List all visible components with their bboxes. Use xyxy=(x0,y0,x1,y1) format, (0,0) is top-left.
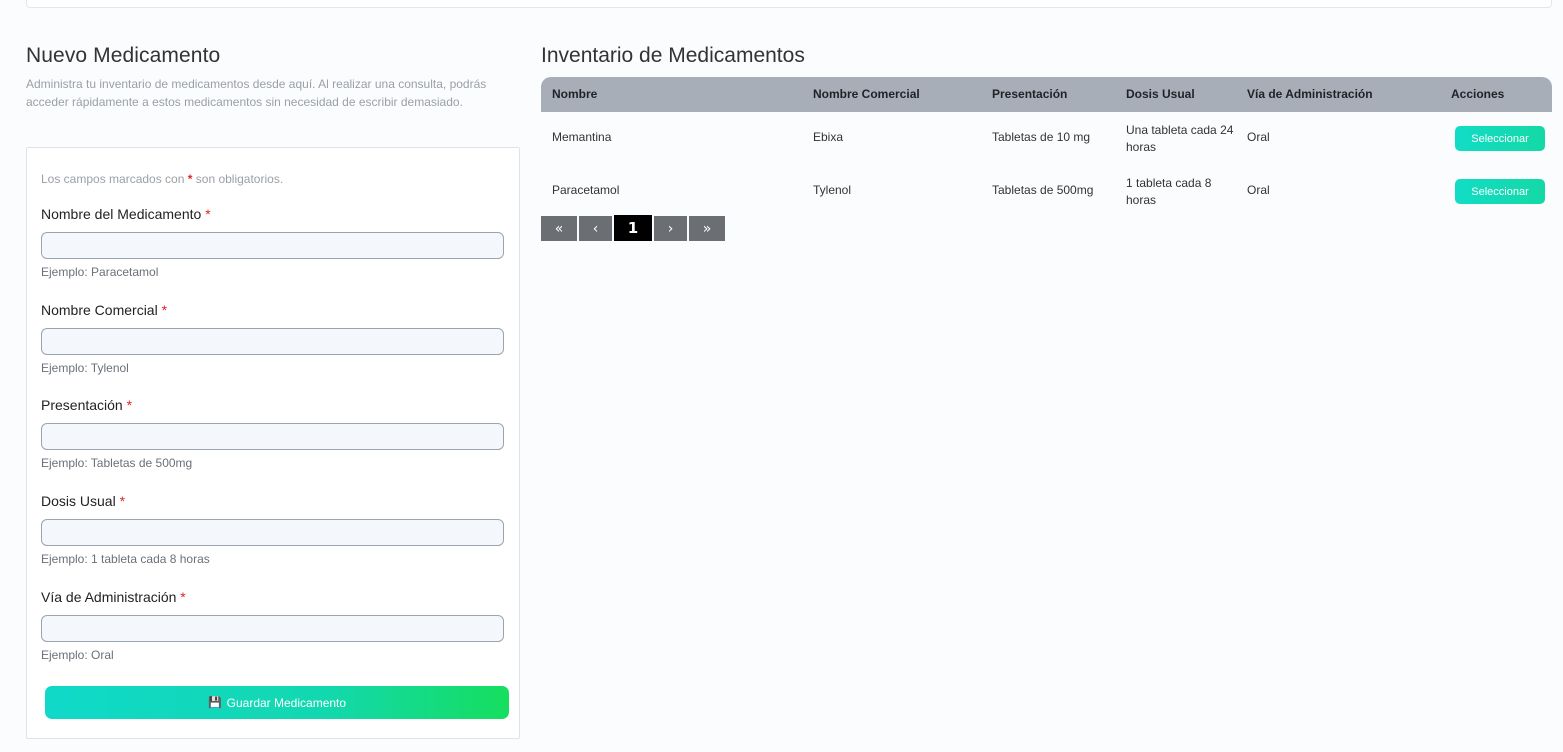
cell-dosis: Una tableta cada 24 horas xyxy=(1126,123,1234,154)
inventory-section: Inventario de Medicamentos Nombre Nombre… xyxy=(541,44,1552,241)
field-dosis-usual: Dosis Usual * Ejemplo: 1 tableta cada 8 … xyxy=(41,493,505,566)
next-page-button[interactable]: › xyxy=(654,216,687,241)
nombre-comercial-input[interactable] xyxy=(41,328,504,355)
floppy-disk-icon: 💾 xyxy=(207,697,222,709)
column-header[interactable]: Vía de Administración xyxy=(1247,87,1373,101)
column-header[interactable]: Presentación xyxy=(992,87,1067,101)
select-button[interactable]: Seleccionar xyxy=(1455,126,1545,151)
field-nombre-medicamento: Nombre del Medicamento * Ejemplo: Parace… xyxy=(41,206,505,279)
column-header[interactable]: Dosis Usual xyxy=(1126,87,1195,101)
cell-dosis: 1 tableta cada 8 horas xyxy=(1126,176,1212,207)
field-hint: Ejemplo: Paracetamol xyxy=(41,265,159,279)
table-row: Paracetamol Tylenol Tabletas de 500mg 1 … xyxy=(541,165,1552,218)
field-label: Vía de Administración xyxy=(41,589,177,605)
field-hint: Ejemplo: 1 tableta cada 8 horas xyxy=(41,552,210,566)
cell-comercial: Ebixa xyxy=(813,130,844,144)
required-star: * xyxy=(187,172,193,186)
nombre-medicamento-input[interactable] xyxy=(41,232,504,259)
save-medication-button[interactable]: 💾 Guardar Medicamento xyxy=(45,686,509,719)
prev-page-button[interactable]: ‹ xyxy=(579,216,612,241)
cell-nombre: Memantina xyxy=(552,130,612,144)
field-hint: Ejemplo: Tabletas de 500mg xyxy=(41,456,193,470)
presentacion-input[interactable] xyxy=(41,423,504,450)
first-page-button[interactable]: « xyxy=(541,216,577,241)
column-header[interactable]: Nombre xyxy=(552,87,597,101)
required-note: Los campos marcados con * son obligatori… xyxy=(41,172,284,186)
cell-via: Oral xyxy=(1247,183,1270,197)
cell-comercial: Tylenol xyxy=(813,183,852,197)
cell-via: Oral xyxy=(1247,130,1270,144)
medication-form: Los campos marcados con * son obligatori… xyxy=(26,147,520,739)
column-header: Acciones xyxy=(1451,87,1505,101)
cell-presentacion: Tabletas de 500mg xyxy=(992,183,1094,197)
field-hint: Ejemplo: Oral xyxy=(41,648,114,662)
new-medication-section: Nuevo Medicamento Administra tu inventar… xyxy=(26,44,520,739)
save-button-label: Guardar Medicamento xyxy=(226,695,347,710)
last-page-button[interactable]: » xyxy=(689,216,725,241)
field-nombre-comercial: Nombre Comercial * Ejemplo: Tylenol xyxy=(41,302,505,375)
field-presentacion: Presentación * Ejemplo: Tabletas de 500m… xyxy=(41,397,505,470)
field-label: Nombre del Medicamento xyxy=(41,206,202,222)
field-hint: Ejemplo: Tylenol xyxy=(41,361,129,375)
current-page-button[interactable]: 1 xyxy=(614,215,652,241)
field-label: Presentación xyxy=(41,397,123,413)
form-title: Nuevo Medicamento xyxy=(26,44,221,67)
form-description: Administra tu inventario de medicamentos… xyxy=(26,77,487,109)
inventory-table: Nombre Nombre Comercial Presentación Dos… xyxy=(541,77,1552,218)
field-label: Dosis Usual xyxy=(41,493,116,509)
table-row: Memantina Ebixa Tabletas de 10 mg Una ta… xyxy=(541,112,1552,165)
field-via-administracion: Vía de Administración * Ejemplo: Oral xyxy=(41,589,505,662)
top-panel-edge xyxy=(26,0,1552,8)
select-button[interactable]: Seleccionar xyxy=(1455,179,1545,204)
field-label: Nombre Comercial xyxy=(41,302,158,318)
cell-nombre: Paracetamol xyxy=(552,183,620,197)
inventory-title: Inventario de Medicamentos xyxy=(541,44,805,67)
cell-presentacion: Tabletas de 10 mg xyxy=(992,130,1091,144)
via-administracion-input[interactable] xyxy=(41,615,504,642)
table-header: Nombre Nombre Comercial Presentación Dos… xyxy=(541,77,1552,112)
column-header[interactable]: Nombre Comercial xyxy=(813,87,920,101)
dosis-usual-input[interactable] xyxy=(41,519,504,546)
pagination: « ‹ 1 › » xyxy=(541,215,725,241)
